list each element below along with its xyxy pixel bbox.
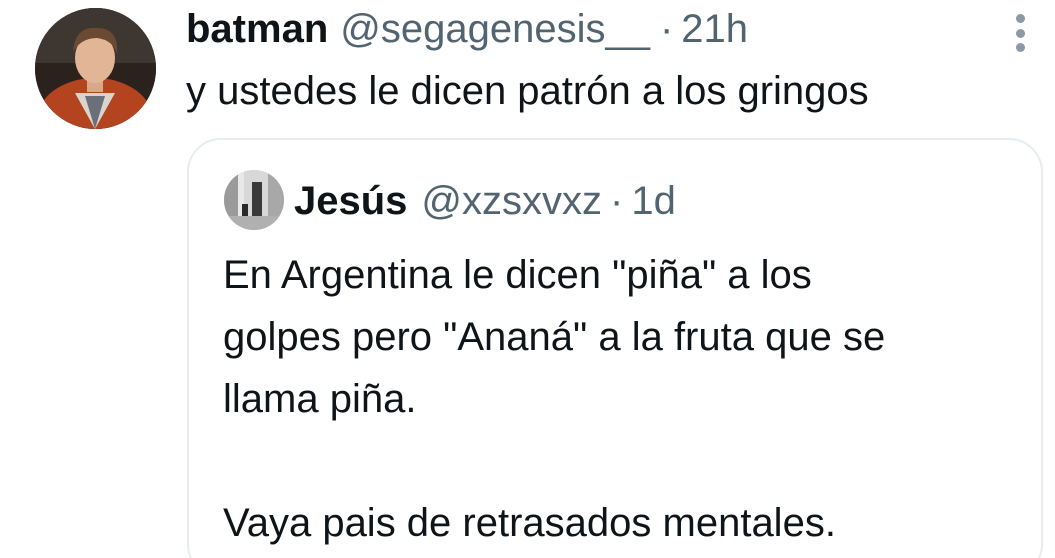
quoted-tweet-card[interactable]: Jesús @xzsxvxz · 1d En Argentina le dice… xyxy=(187,138,1043,558)
author-handle[interactable]: @segagenesis__ xyxy=(340,6,650,52)
author-display-name[interactable]: batman xyxy=(186,6,328,52)
tweet-timestamp[interactable]: 21h xyxy=(681,6,748,52)
avatar-photo-icon xyxy=(224,170,284,230)
tweet-header: batman @segagenesis__ · 21h xyxy=(186,6,748,52)
quoted-author-handle[interactable]: @xzsxvxz xyxy=(421,178,602,224)
separator-dot: · xyxy=(610,179,624,223)
avatar-photo-icon xyxy=(35,8,156,129)
author-avatar[interactable] xyxy=(35,8,156,129)
quoted-author-avatar[interactable] xyxy=(224,170,284,230)
quoted-text-line: Vaya pais de retrasados mentales. xyxy=(223,501,836,545)
quoted-tweet-text: En Argentina le dicen "piña" a los golpe… xyxy=(223,244,1023,554)
quoted-tweet-timestamp[interactable]: 1d xyxy=(631,178,676,224)
separator-dot: · xyxy=(659,7,674,51)
more-dot xyxy=(1015,14,1025,23)
quoted-text-line: En Argentina le dicen "piña" a los xyxy=(223,253,812,297)
quoted-tweet-header: Jesús @xzsxvxz · 1d xyxy=(294,178,676,224)
tweet-text: y ustedes le dicen patrón a los gringos xyxy=(186,69,869,113)
more-dot xyxy=(1015,28,1025,38)
more-options-icon[interactable] xyxy=(1006,12,1034,54)
more-dot xyxy=(1015,43,1025,52)
quoted-author-display-name[interactable]: Jesús xyxy=(294,178,407,224)
tweet[interactable]: batman @segagenesis__ · 21h y ustedes le… xyxy=(0,0,1055,558)
quoted-text-line: golpes pero "Ananá" a la fruta que se xyxy=(223,315,886,359)
quoted-text-line: llama piña. xyxy=(223,377,417,421)
